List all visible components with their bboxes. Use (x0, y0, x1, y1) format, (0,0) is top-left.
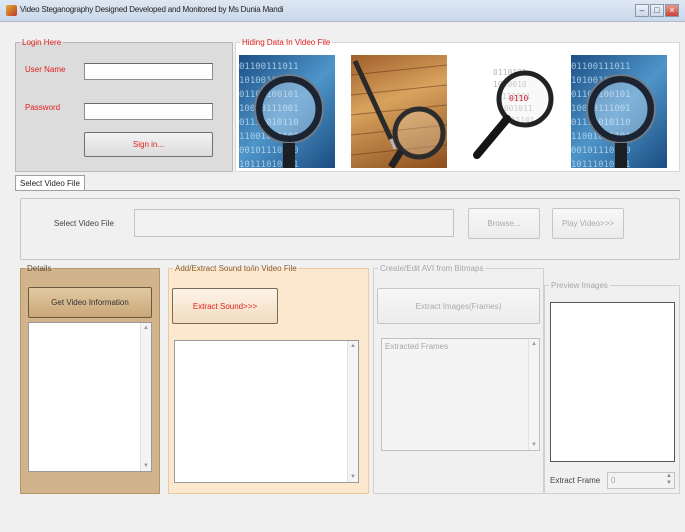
tab-select-video-file[interactable]: Select Video File (15, 175, 85, 191)
svg-text:01100111011: 01100111011 (571, 62, 631, 72)
video-path-field[interactable] (134, 209, 454, 237)
extracted-frames-header: Extracted Frames (385, 342, 449, 351)
password-label: Password (25, 103, 61, 112)
play-video-button[interactable]: Play Video>>> (552, 208, 624, 239)
browse-button[interactable]: Browse... (468, 208, 540, 239)
browse-button-label: Browse... (487, 219, 521, 228)
details-scrollbar[interactable]: ▲ ▼ (140, 323, 151, 471)
preview-image-box (550, 302, 675, 462)
extract-frame-label: Extract Frame (550, 476, 601, 485)
magnifier-binary-image: 0110011101110100101110 01101100101100101… (239, 55, 335, 168)
details-listbox[interactable]: ▲ ▼ (28, 322, 152, 472)
scroll-down-icon[interactable]: ▼ (143, 463, 149, 469)
title-bar[interactable]: Video Steganography Designed Developed a… (0, 0, 685, 22)
play-video-button-label: Play Video>>> (561, 219, 615, 228)
scroll-up-icon[interactable]: ▲ (531, 341, 537, 347)
svg-text:0110: 0110 (509, 94, 528, 103)
details-legend: Details (27, 264, 52, 273)
frame-stepper-value: 0 (611, 476, 616, 485)
get-video-info-button-label: Get Video Information (51, 298, 129, 307)
extract-images-button[interactable]: Extract Images(Frames) (377, 288, 540, 324)
extracted-frames-listbox[interactable]: Extracted Frames ▲ ▼ (381, 338, 540, 451)
get-video-info-button[interactable]: Get Video Information (28, 287, 152, 318)
select-video-label: Select Video File (54, 219, 114, 228)
username-label: User Name (25, 65, 66, 74)
extract-sound-button-label: Extract Sound>>> (192, 301, 258, 311)
scroll-down-icon[interactable]: ▼ (531, 442, 537, 448)
window-controls: – □ × (635, 4, 679, 18)
magnifier-white-image: 01101011010010 01110011001011 0101101 01… (463, 55, 559, 168)
svg-text:01100111011: 01100111011 (239, 62, 299, 72)
stepper-arrows-icon[interactable]: ▲ ▼ (666, 473, 672, 487)
scroll-down-icon[interactable]: ▼ (350, 474, 356, 480)
extract-sound-button[interactable]: Extract Sound>>> (172, 288, 278, 324)
frame-stepper[interactable]: 0 ▲ ▼ (607, 472, 675, 489)
window-title: Video Steganography Designed Developed a… (20, 5, 284, 14)
password-field[interactable] (84, 103, 213, 120)
sound-scrollbar[interactable]: ▲ ▼ (347, 341, 358, 482)
signin-button-label: Sign in... (132, 140, 165, 149)
frames-scrollbar[interactable]: ▲ ▼ (528, 339, 539, 450)
sound-listbox[interactable]: ▲ ▼ (174, 340, 359, 483)
bitmaps-legend: Create/Edit AVI from Bitmaps (380, 264, 484, 273)
signin-button[interactable]: Sign in... (84, 132, 213, 157)
extract-images-button-label: Extract Images(Frames) (415, 301, 502, 311)
minimize-icon[interactable]: – (635, 4, 649, 17)
app-icon (6, 5, 17, 16)
hiding-legend: Hiding Data In Video File (242, 38, 331, 47)
magnifier-pen-image (351, 55, 447, 168)
scroll-up-icon[interactable]: ▲ (143, 325, 149, 331)
maximize-icon[interactable]: □ (650, 4, 664, 17)
login-legend: Login Here (22, 38, 62, 47)
sound-legend: Add/Extract Sound to/in Video File (175, 264, 297, 273)
magnifier-binary-image-2: 0110011101110100101110 01101100101100101… (571, 55, 667, 168)
username-field[interactable] (84, 63, 213, 80)
close-icon[interactable]: × (665, 4, 679, 17)
preview-legend: Preview Images (551, 281, 608, 290)
scroll-up-icon[interactable]: ▲ (350, 343, 356, 349)
